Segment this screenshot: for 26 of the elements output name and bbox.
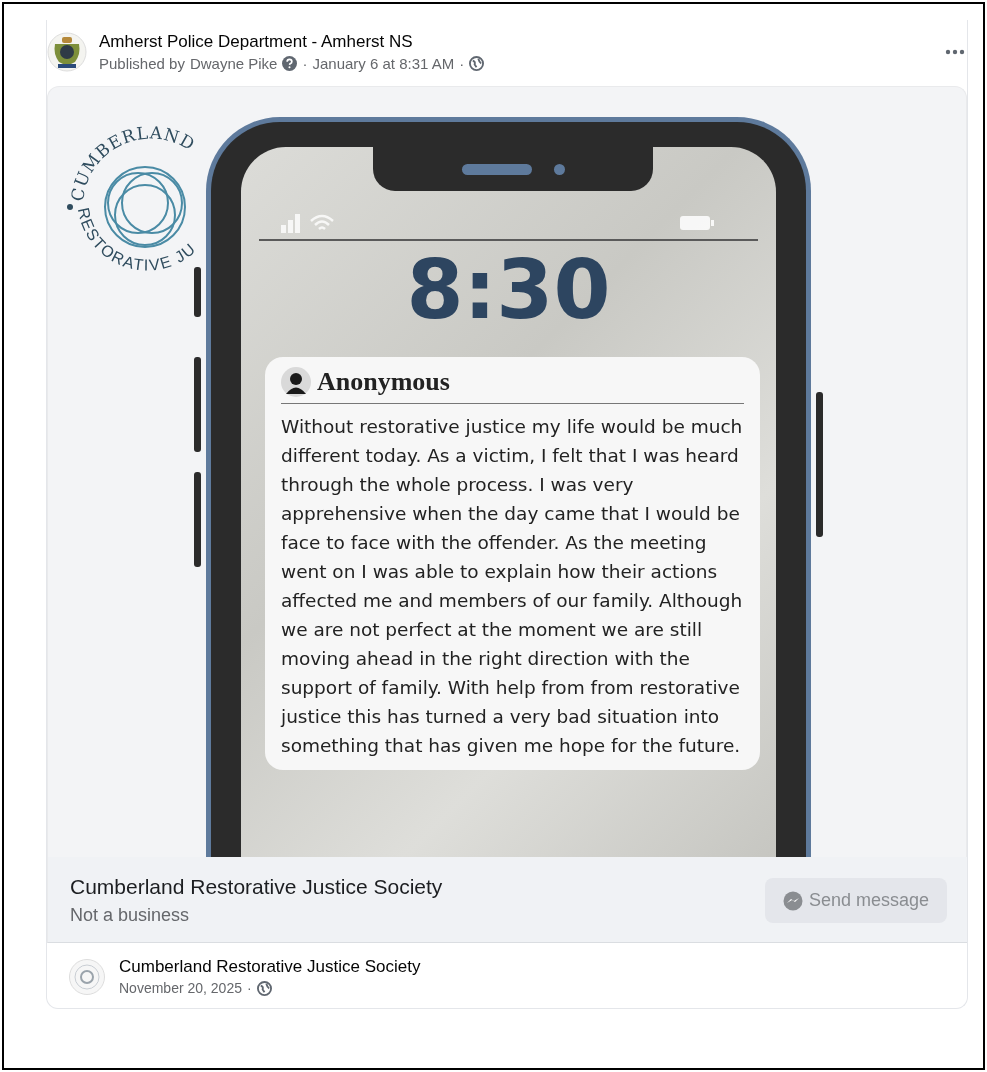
separator-dot: · — [246, 980, 252, 996]
clock-text: 8:30 — [405, 249, 612, 331]
camera-icon — [553, 163, 565, 175]
published-by-label: Published by — [99, 55, 185, 72]
globe-icon — [469, 56, 485, 71]
publisher-name-link[interactable]: Dwayne Pike — [189, 55, 278, 72]
sender-name: Anonymous — [317, 367, 450, 397]
more-options-icon[interactable] — [945, 49, 965, 55]
help-icon[interactable] — [282, 56, 298, 71]
page-category: Not a business — [70, 905, 191, 926]
separator-dot: · — [459, 55, 465, 72]
post-date-link[interactable]: November 20, 2025 — [119, 980, 242, 996]
police-crest-icon — [47, 32, 87, 72]
page-avatar-icon — [69, 958, 105, 995]
globe-icon — [256, 980, 272, 996]
message-text: Without restorative justice my life would be much different today. As a victim, I felt that I was heard through the whole process. I was very apprehensive when the day came that I would be face to face with the offender. As the meeting went on I was able to explain how their actions affected me and members of our family. Although we are not perfect at the moment we are still moving ahead in the right direction with the support of family. With help from from restorative justice this has turned a very bad situation into something that has given me hope for the future. — [281, 415, 744, 758]
page-name-link[interactable]: Cumberland Restorative Justice Society — [70, 875, 765, 899]
separator-dot: · — [302, 55, 308, 72]
person-silhouette-icon — [281, 367, 311, 397]
post-time-link[interactable]: January 6 at 8:31 AM — [312, 55, 455, 72]
earpiece-icon — [461, 163, 532, 175]
page-name-link[interactable]: Amherst Police Department - Amherst NS — [99, 32, 933, 52]
signal-icon — [281, 213, 303, 233]
shared-page-name-link[interactable]: Cumberland Restorative Justice Society — [119, 957, 945, 977]
battery-icon — [680, 215, 714, 231]
messenger-icon — [782, 890, 803, 911]
